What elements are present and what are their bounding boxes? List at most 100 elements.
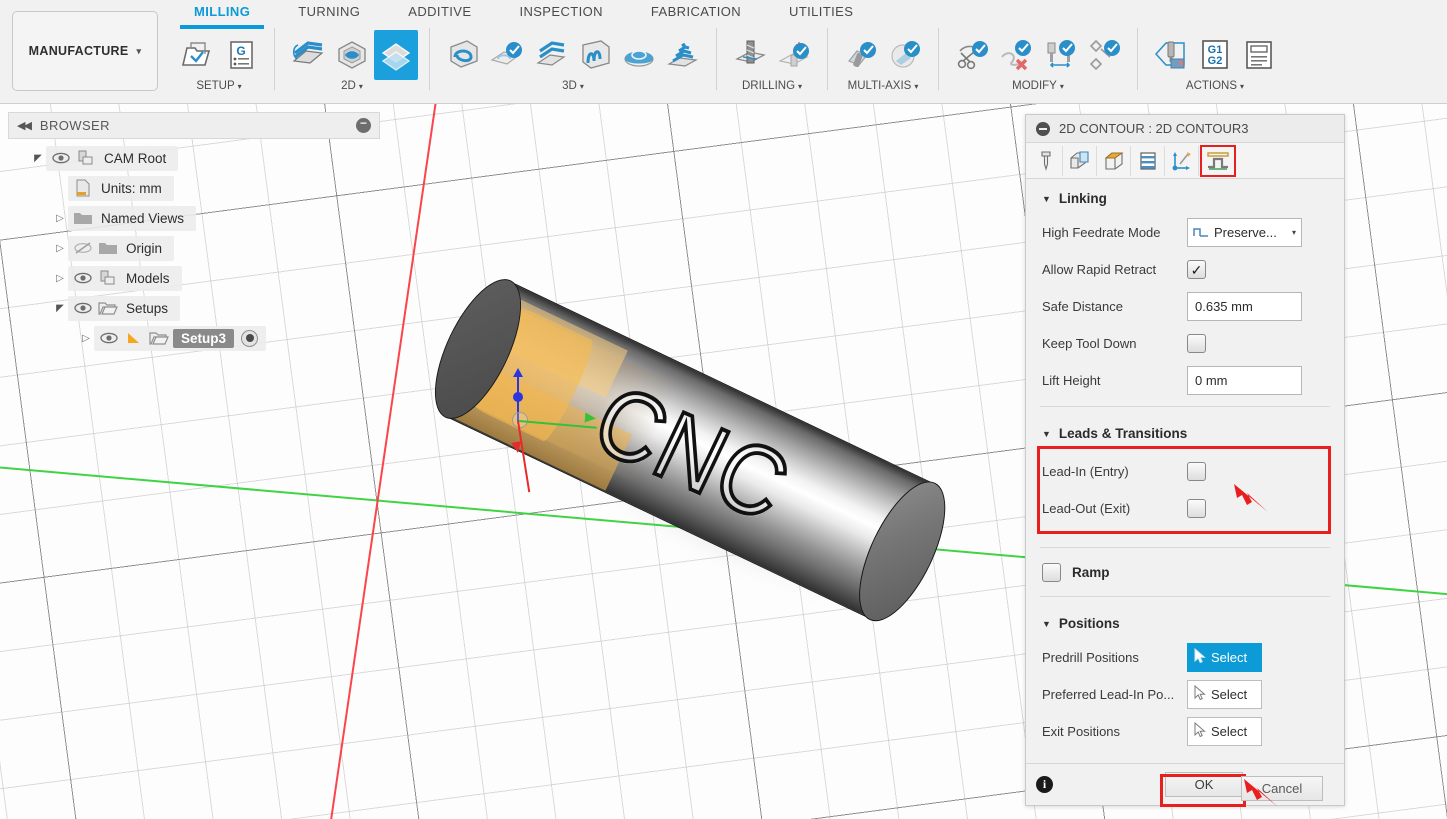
y-axis-arrowhead	[585, 413, 597, 424]
adaptive-clearing-icon[interactable]	[441, 30, 485, 80]
browser-title: BROWSER	[40, 118, 356, 133]
ncprogram-g-icon[interactable]: G	[219, 30, 263, 80]
face-icon[interactable]	[286, 30, 330, 80]
align-points-icon[interactable]	[1082, 30, 1126, 80]
expand-arrow-closed-icon[interactable]: ▷	[52, 243, 68, 254]
simulate-icon[interactable]	[1149, 30, 1193, 80]
setup-sheet-icon[interactable]	[1237, 30, 1281, 80]
eye-visible-icon[interactable]	[72, 268, 94, 288]
select-button-label: Select	[1211, 687, 1247, 702]
expand-arrow-open-icon[interactable]: ◤	[30, 153, 46, 164]
component-icon	[97, 268, 119, 288]
tab-inspection[interactable]: INSPECTION	[495, 0, 626, 26]
contour-2d-icon[interactable]	[374, 30, 418, 80]
tree-item-setups[interactable]: ◤ Setups	[8, 293, 380, 323]
tree-item-models[interactable]: ▷ Models	[8, 263, 380, 293]
tab-multiaxis[interactable]	[1165, 146, 1199, 176]
info-icon[interactable]: i	[1036, 776, 1053, 793]
tab-tool[interactable]	[1029, 146, 1063, 176]
tree-item-named-views[interactable]: ▷ Named Views	[8, 203, 380, 233]
expand-arrow-closed-icon[interactable]: ▷	[52, 213, 68, 224]
collapse-left-icon[interactable]: ◀◀	[17, 119, 30, 132]
label-lead-in-entry: Lead-In (Entry)	[1042, 464, 1187, 479]
ribbon-group-label-2d[interactable]: 2D▾	[341, 80, 363, 92]
pocket-icon[interactable]	[330, 30, 374, 80]
setup-folder-icon[interactable]	[175, 30, 219, 80]
workspace-switcher-manufacture[interactable]: MANUFACTURE ▾	[12, 11, 158, 91]
select-button-preferred-lead-in-position[interactable]: Select	[1187, 680, 1262, 709]
tree-item-setup3[interactable]: ▷ Setup3	[8, 323, 380, 353]
section-header-leads-transitions[interactable]: ▼ Leads & Transitions	[1026, 414, 1344, 449]
ribbon-groups: G SETUP▾	[168, 28, 1288, 102]
tree-item-units[interactable]: Units: mm	[8, 173, 380, 203]
tab-passes[interactable]	[1131, 146, 1165, 176]
eye-visible-icon[interactable]	[50, 148, 72, 168]
folder-icon	[72, 208, 94, 228]
ribbon-group-label-modify[interactable]: MODIFY▾	[1012, 80, 1064, 92]
dropdown-value-high-feedrate-mode: Preserve...	[1214, 225, 1277, 240]
spiral-icon[interactable]	[661, 30, 705, 80]
tab-heights[interactable]	[1097, 146, 1131, 176]
select-button-predrill-positions[interactable]: Select	[1187, 643, 1262, 672]
ribbon-group-label-setup[interactable]: SETUP▾	[196, 80, 241, 92]
ribbon-separator	[274, 28, 275, 90]
adaptive-cloud-icon[interactable]	[485, 30, 529, 80]
tree-item-origin[interactable]: ▷ Origin	[8, 233, 380, 263]
ribbon-separator	[938, 28, 939, 90]
trim-scissors-icon[interactable]	[950, 30, 994, 80]
tree-label-setup3: Setup3	[173, 329, 234, 348]
checkbox-ramp[interactable]	[1042, 563, 1061, 582]
ribbon-group-label-actions[interactable]: ACTIONS▾	[1186, 80, 1244, 92]
swarf-cloud-icon[interactable]	[839, 30, 883, 80]
field-lift-height: Lift Height 0 mm	[1026, 362, 1344, 399]
expand-arrow-open-icon[interactable]: ◤	[52, 303, 68, 314]
bore-cloud-icon[interactable]	[772, 30, 816, 80]
label-safe-distance: Safe Distance	[1042, 299, 1187, 314]
cancel-button[interactable]: Cancel	[1241, 776, 1323, 801]
tab-additive[interactable]: ADDITIVE	[384, 0, 495, 26]
post-process-g1g2-icon[interactable]: G1 G2	[1193, 30, 1237, 80]
checkbox-allow-rapid-retract[interactable]: ✓	[1187, 260, 1206, 279]
minus-circle-icon[interactable]: −	[356, 118, 371, 133]
radial-icon[interactable]	[617, 30, 661, 80]
field-keep-tool-down: Keep Tool Down	[1026, 325, 1344, 362]
delete-toolpath-icon[interactable]	[994, 30, 1038, 80]
checkbox-lead-in-entry[interactable]	[1187, 462, 1206, 481]
ribbon-separator	[716, 28, 717, 90]
drill-icon[interactable]	[728, 30, 772, 80]
ribbon-group-label-drilling[interactable]: DRILLING▾	[742, 80, 802, 92]
minus-circle-icon[interactable]	[1036, 122, 1050, 136]
parallel-icon[interactable]	[529, 30, 573, 80]
ribbon-group-label-multiaxis[interactable]: MULTI-AXIS▾	[848, 80, 919, 92]
input-lift-height[interactable]: 0 mm	[1187, 366, 1302, 395]
x-axis-arrowhead	[511, 441, 523, 453]
input-safe-distance[interactable]: 0.635 mm	[1187, 292, 1302, 321]
tab-linking[interactable]	[1201, 146, 1235, 176]
setup-active-radio[interactable]	[241, 330, 258, 347]
dialog-title-bar: 2D CONTOUR : 2D CONTOUR3	[1026, 115, 1344, 143]
tool-change-icon[interactable]	[1038, 30, 1082, 80]
tab-milling[interactable]: MILLING	[170, 0, 274, 26]
eye-visible-icon[interactable]	[98, 328, 120, 348]
eye-visible-icon[interactable]	[72, 298, 94, 318]
multiaxis-contour-cloud-icon[interactable]	[883, 30, 927, 80]
section-header-positions[interactable]: ▼ Positions	[1026, 604, 1344, 639]
tab-utilities[interactable]: UTILITIES	[765, 0, 877, 26]
select-button-label: Select	[1211, 724, 1247, 739]
tree-item-cam-root[interactable]: ◤ CAM Root	[8, 143, 380, 173]
scallop-icon[interactable]	[573, 30, 617, 80]
tab-turning[interactable]: TURNING	[274, 0, 384, 26]
dropdown-high-feedrate-mode[interactable]: Preserve... ▾	[1187, 218, 1302, 247]
select-button-exit-positions[interactable]: Select	[1187, 717, 1262, 746]
cursor-arrow-icon	[1194, 685, 1207, 704]
checkbox-keep-tool-down[interactable]	[1187, 334, 1206, 353]
ribbon-group-label-3d[interactable]: 3D▾	[562, 80, 584, 92]
tab-fabrication[interactable]: FABRICATION	[627, 0, 765, 26]
tree-label-origin: Origin	[122, 241, 166, 256]
section-header-linking[interactable]: ▼ Linking	[1026, 179, 1344, 214]
checkbox-lead-out-exit[interactable]	[1187, 499, 1206, 518]
tab-geometry[interactable]	[1063, 146, 1097, 176]
expand-arrow-closed-icon[interactable]: ▷	[78, 333, 94, 344]
eye-hidden-icon[interactable]	[72, 238, 94, 258]
expand-arrow-closed-icon[interactable]: ▷	[52, 273, 68, 284]
